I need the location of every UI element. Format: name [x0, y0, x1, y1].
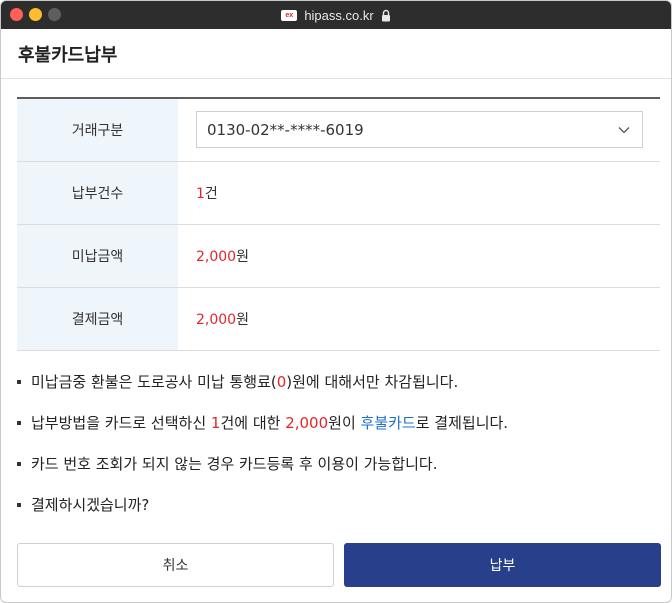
unpaid-amount-unit: 원	[236, 248, 249, 265]
notice-list: 미납금중 환불은 도로공사 미납 통행료(0)원에 대해서만 차감됩니다. 납부…	[17, 369, 657, 533]
notice-card-lookup: 카드 번호 조회가 되지 않는 경우 카드등록 후 이용이 가능합니다.	[17, 451, 657, 492]
notice-text: 납부방법을 카드로 선택하신	[31, 414, 211, 432]
payment-amount-unit: 원	[236, 311, 249, 328]
notice-payment-method: 납부방법을 카드로 선택하신 1건에 대한 2,000원이 후불카드로 결제됩니…	[17, 410, 657, 451]
page-title: 후불카드납부	[18, 44, 118, 66]
notice-highlight: 2,000	[285, 414, 329, 432]
payment-count-label: 납부건수	[17, 161, 178, 225]
notice-refund: 미납금중 환불은 도로공사 미납 통행료(0)원에 대해서만 차감됩니다.	[17, 369, 657, 410]
table-row: 미납금액 2,000원	[17, 224, 660, 288]
payment-amount-value: 2,000원	[178, 287, 660, 351]
page-header: 후불카드납부	[1, 29, 671, 79]
lock-icon	[381, 9, 390, 21]
table-row: 거래구분 0130-02**-****-6019	[17, 98, 660, 162]
url-text: hipass.co.kr	[304, 7, 374, 23]
title-bar: ex hipass.co.kr	[1, 1, 671, 29]
payment-count-unit: 건	[204, 185, 218, 202]
card-select-value: 0130-02**-****-6019	[207, 120, 364, 139]
table-row: 납부건수 1건	[17, 161, 660, 225]
site-favicon-icon: ex	[281, 9, 298, 21]
payment-amount-number: 2,000	[196, 311, 237, 328]
notice-text: 결제하시겠습니까?	[31, 496, 150, 514]
notice-card-type: 후불카드	[360, 414, 416, 432]
notice-text: )원에 대해서만 차감됩니다.	[286, 373, 459, 391]
unpaid-amount-label: 미납금액	[17, 224, 178, 288]
address-display: ex hipass.co.kr	[1, 1, 671, 29]
favicon-text: ex	[285, 11, 294, 19]
transaction-type-value: 0130-02**-****-6019	[178, 98, 660, 162]
notice-confirm: 결제하시겠습니까?	[17, 492, 657, 533]
notice-text: 로 결제됩니다.	[415, 414, 509, 432]
card-select[interactable]: 0130-02**-****-6019	[196, 111, 643, 149]
unpaid-amount-number: 2,000	[196, 248, 237, 265]
chevron-down-icon	[618, 126, 630, 134]
notice-text: 카드 번호 조회가 되지 않는 경우 카드등록 후 이용이 가능합니다.	[31, 455, 438, 473]
transaction-type-label: 거래구분	[17, 98, 178, 162]
notice-text: 미납금중 환불은 도로공사 미납 통행료(	[31, 373, 277, 391]
payment-count-value: 1건	[178, 161, 660, 225]
unpaid-amount-value: 2,000원	[178, 224, 660, 288]
payment-info-table: 거래구분 0130-02**-****-6019 납부건수 1건 미납금액 2,…	[17, 97, 660, 351]
notice-text: 원이	[328, 414, 361, 432]
payment-amount-label: 결제금액	[17, 287, 178, 351]
payment-count-number: 1	[196, 185, 205, 202]
browser-window: ex hipass.co.kr 후불카드납부 거래구분 0130-02**-**…	[0, 0, 672, 603]
table-row: 결제금액 2,000원	[17, 287, 660, 351]
cancel-button[interactable]: 취소	[17, 543, 334, 587]
notice-highlight: 0	[276, 373, 287, 391]
notice-text: 건에 대한	[220, 414, 286, 432]
pay-button[interactable]: 납부	[344, 543, 661, 587]
